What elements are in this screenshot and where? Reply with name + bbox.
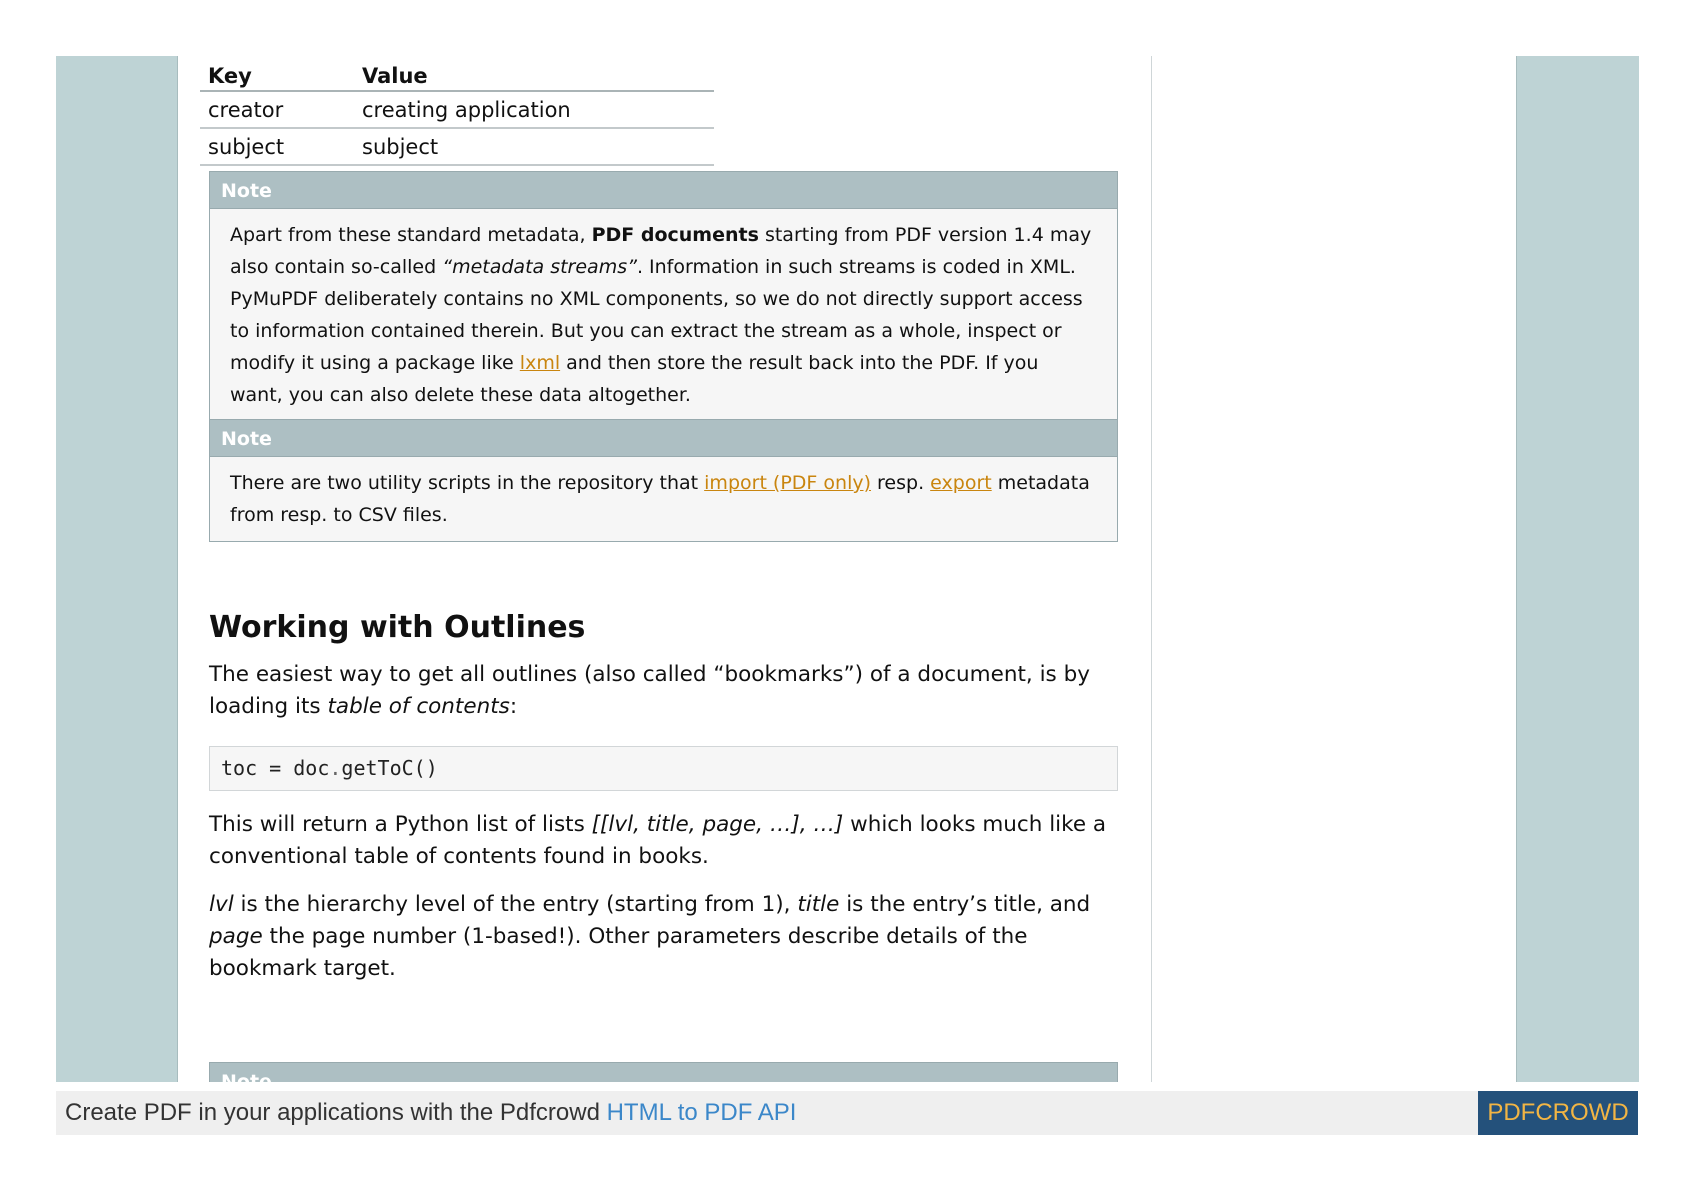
note-text: resp. — [871, 472, 931, 494]
note-text: There are two utility scripts in the rep… — [230, 472, 705, 494]
note-title: Note — [210, 1063, 1117, 1082]
code-block: toc = doc.getToC() — [209, 746, 1118, 791]
code-text: getToC() — [341, 756, 438, 780]
para-text: This will return a Python list of lists — [209, 812, 592, 837]
note-title: Note — [210, 420, 1117, 457]
table-cell-key: subject — [200, 128, 354, 166]
para-text: the page number (1-based!). Other parame… — [209, 924, 1028, 981]
note-italic-text: “metadata streams” — [442, 256, 637, 278]
paragraph-fields: lvl is the hierarchy level of the entry … — [209, 889, 1129, 985]
footer-text: Create PDF in your applications with the… — [65, 1091, 796, 1135]
table-header-row: Key Value — [200, 60, 714, 92]
para-italic: table of contents — [327, 694, 510, 719]
footer-label: Create PDF in your applications with the… — [65, 1099, 607, 1126]
para-text: is the hierarchy level of the entry (sta… — [233, 892, 798, 917]
table-cell-value: creating application — [354, 91, 714, 129]
note-body: Apart from these standard metadata, PDF … — [210, 209, 1117, 421]
table-cell-key: creator — [200, 91, 354, 129]
export-script-link[interactable]: export — [930, 472, 992, 494]
para-italic: page — [209, 924, 263, 949]
note-box-outlines: Note — [209, 1062, 1118, 1082]
left-margin-panel — [56, 56, 178, 1082]
code-text: toc = doc — [221, 756, 330, 780]
note-box-metadata-streams: Note Apart from these standard metadata,… — [209, 171, 1118, 422]
right-margin-panel — [1516, 56, 1639, 1082]
para-text: is the entry’s title, and — [839, 892, 1091, 917]
note-bold-text: PDF documents — [591, 224, 759, 246]
table-cell-value: subject — [354, 128, 714, 166]
para-italic: [[lvl, title, page, …], …] — [591, 812, 844, 837]
content-divider — [1151, 56, 1152, 1082]
section-heading: Working with Outlines — [209, 610, 586, 645]
table-row: subject subject — [200, 128, 714, 166]
para-italic: lvl — [209, 892, 234, 917]
code-operator: . — [329, 756, 342, 780]
document-content: Key Value creator creating application s… — [178, 56, 1150, 1082]
para-text: : — [509, 694, 518, 719]
note-title: Note — [210, 172, 1117, 209]
import-script-link[interactable]: import (PDF only) — [704, 472, 871, 494]
para-italic: title — [797, 892, 840, 917]
paragraph-intro: The easiest way to get all outlines (als… — [209, 659, 1129, 723]
table-header-value: Value — [354, 60, 714, 92]
paragraph-return-value: This will return a Python list of lists … — [209, 809, 1129, 873]
note-body: There are two utility scripts in the rep… — [210, 457, 1117, 541]
lxml-link[interactable]: lxml — [520, 352, 560, 374]
pdfcrowd-footer: Create PDF in your applications with the… — [56, 1091, 1638, 1135]
table-row: creator creating application — [200, 91, 714, 129]
metadata-table: Key Value creator creating application s… — [200, 60, 714, 166]
pdfcrowd-logo[interactable]: PDFCROWD — [1478, 1091, 1638, 1135]
note-box-utility-scripts: Note There are two utility scripts in th… — [209, 419, 1118, 542]
table-header-key: Key — [200, 60, 354, 92]
html-to-pdf-api-link[interactable]: HTML to PDF API — [607, 1099, 797, 1126]
note-text: Apart from these standard metadata, — [230, 224, 592, 246]
